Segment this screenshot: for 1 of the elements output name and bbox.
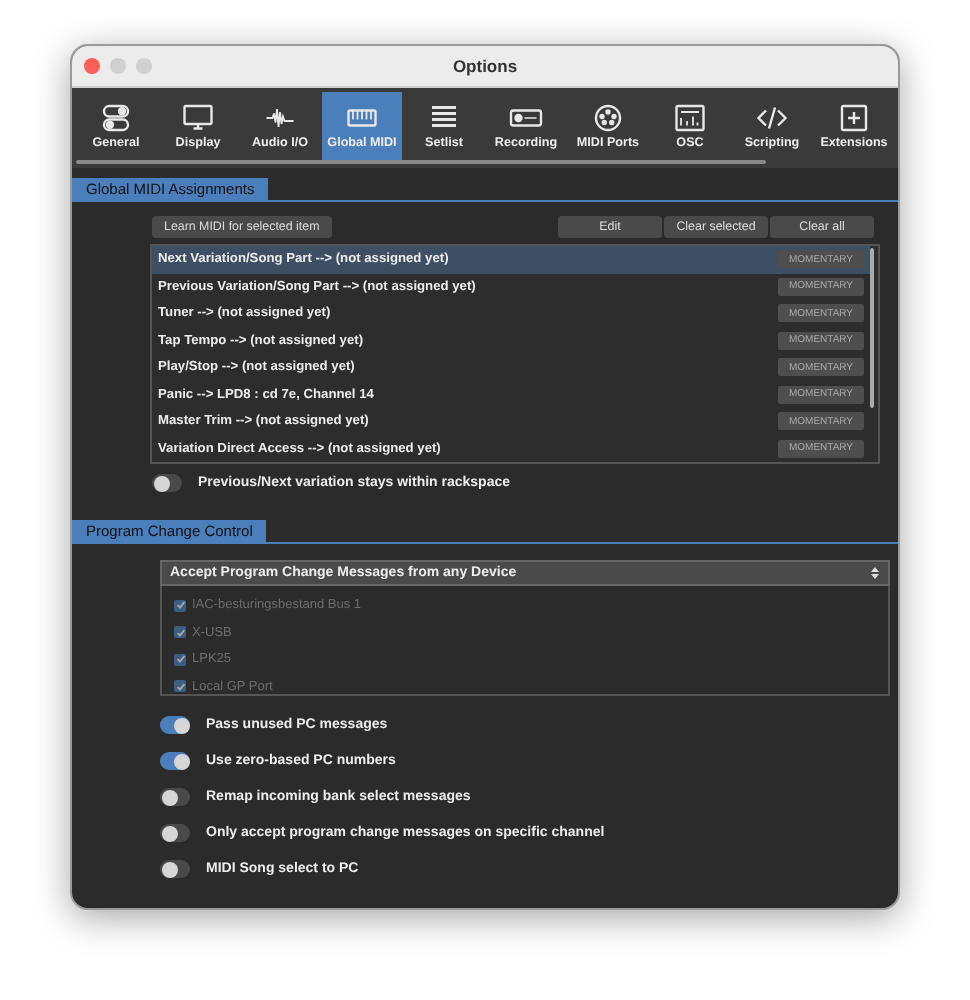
window-title: Options bbox=[452, 56, 518, 76]
